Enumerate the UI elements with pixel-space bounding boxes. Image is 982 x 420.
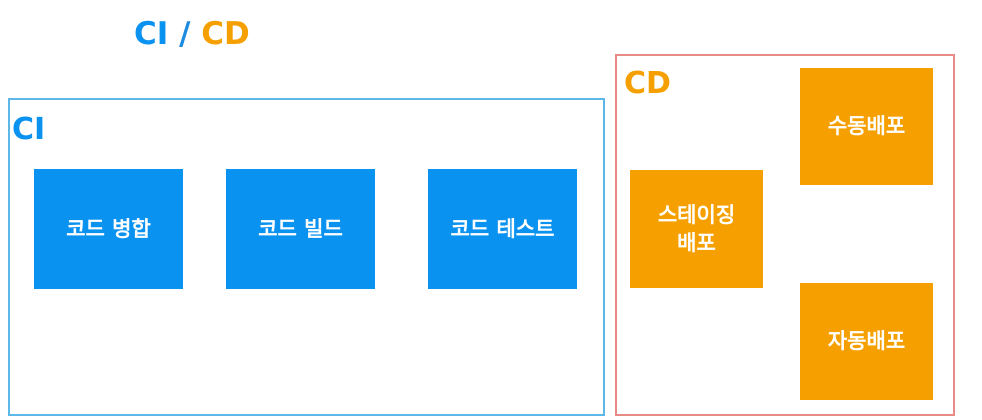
step-code-merge: 코드 병합 bbox=[34, 169, 183, 289]
step-manual-deploy-label: 수동배포 bbox=[827, 114, 906, 139]
step-auto-deploy-label: 자동배포 bbox=[827, 329, 906, 354]
ci-group-label: CI bbox=[12, 112, 46, 147]
step-code-test-label: 코드 테스트 bbox=[450, 216, 555, 241]
title-separator: / bbox=[179, 16, 191, 52]
title-cd: CD bbox=[201, 16, 250, 52]
ci-cd-diagram: CI / CD CI CD 코드 병합 코드 빌드 코드 테스트 스테이징 배포… bbox=[0, 0, 982, 420]
step-code-build-label: 코드 빌드 bbox=[258, 216, 343, 241]
step-code-merge-label: 코드 병합 bbox=[66, 216, 151, 241]
step-code-test: 코드 테스트 bbox=[428, 169, 577, 289]
step-code-build: 코드 빌드 bbox=[226, 169, 375, 289]
title-ci: CI bbox=[134, 16, 169, 52]
step-staging-deploy: 스테이징 배포 bbox=[630, 170, 763, 288]
step-auto-deploy: 자동배포 bbox=[800, 283, 933, 400]
cd-group-label: CD bbox=[624, 66, 671, 101]
step-staging-deploy-label: 스테이징 배포 bbox=[657, 202, 736, 255]
diagram-title: CI / CD bbox=[134, 16, 250, 52]
step-manual-deploy: 수동배포 bbox=[800, 68, 933, 185]
